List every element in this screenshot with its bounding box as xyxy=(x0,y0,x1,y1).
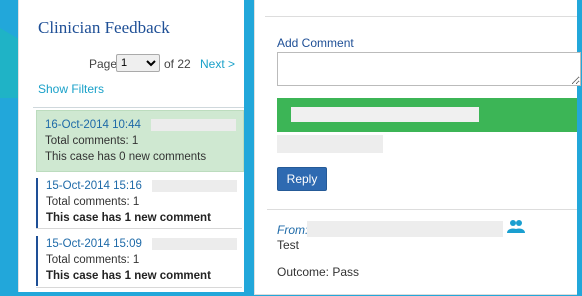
list-divider xyxy=(36,228,242,229)
case-status: This case has 1 new comment xyxy=(46,270,211,282)
show-filters-link[interactable]: Show Filters xyxy=(38,82,104,96)
redacted-field xyxy=(291,107,479,122)
page-count-label: of 22 xyxy=(164,57,191,71)
case-total-comments: Total comments: 1 xyxy=(46,254,140,266)
case-status: This case has 1 new comment xyxy=(46,212,211,224)
case-item-2[interactable]: 15-Oct-2014 15:16 Total comments: 1 This… xyxy=(36,178,244,228)
people-icon[interactable] xyxy=(507,219,525,233)
redacted-field xyxy=(277,135,383,153)
message-text: Test xyxy=(277,238,300,252)
comment-input[interactable] xyxy=(277,52,581,86)
divider xyxy=(265,16,577,17)
redacted-field xyxy=(307,221,503,237)
page-select[interactable]: 1 xyxy=(116,54,160,72)
add-comment-label: Add Comment xyxy=(277,36,354,50)
case-total-comments: Total comments: 1 xyxy=(45,135,139,147)
case-date: 16-Oct-2014 10:44 xyxy=(45,119,141,131)
case-date: 15-Oct-2014 15:09 xyxy=(46,238,142,250)
case-date: 15-Oct-2014 15:16 xyxy=(46,180,142,192)
list-divider xyxy=(36,287,242,288)
redacted-field xyxy=(150,118,236,131)
redacted-field xyxy=(151,237,237,250)
case-item-1[interactable]: 16-Oct-2014 10:44 Total comments: 1 This… xyxy=(36,110,244,172)
case-item-3[interactable]: 15-Oct-2014 15:09 Total comments: 1 This… xyxy=(36,236,244,286)
divider xyxy=(267,209,577,210)
case-total-comments: Total comments: 1 xyxy=(46,196,140,208)
page-label: Page xyxy=(89,57,118,71)
status-banner xyxy=(277,98,577,132)
next-page-link[interactable]: Next > xyxy=(200,57,235,71)
outcome-text: Outcome: Pass xyxy=(277,265,360,279)
reply-button[interactable]: Reply xyxy=(277,167,327,191)
case-status: This case has 0 new comments xyxy=(45,151,207,163)
case-detail-panel: Add Comment Reply From: Test Outcome: Pa… xyxy=(254,0,581,295)
page-title: Clinician Feedback xyxy=(38,18,170,37)
redacted-field xyxy=(151,179,237,192)
from-label: From: xyxy=(277,223,309,237)
case-list-panel: Clinician Feedback Page 1 of 22 Next > S… xyxy=(18,0,244,292)
list-divider xyxy=(33,107,244,108)
